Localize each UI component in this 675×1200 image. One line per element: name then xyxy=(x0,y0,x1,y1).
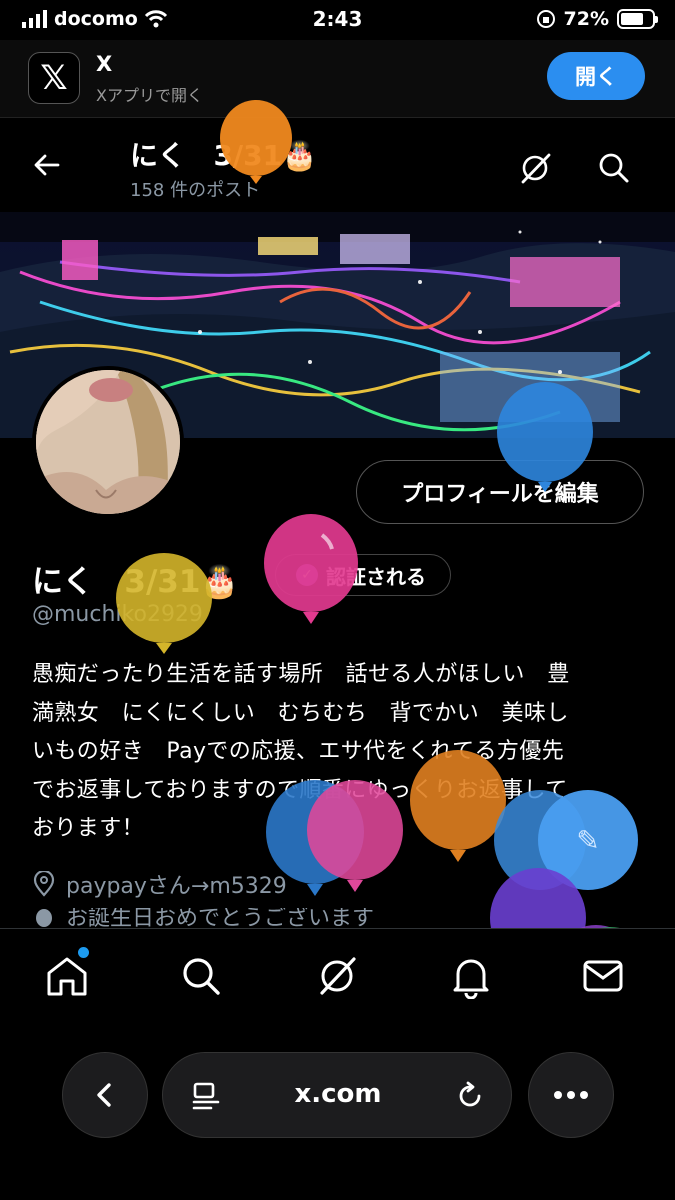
birthday-text: お誕生日おめでとうございます xyxy=(66,908,375,928)
bio-line: でお返事しておりますので順番にゆっくりお返事して xyxy=(32,777,568,803)
verified-check-icon: ✓ xyxy=(296,564,318,586)
more-options-button[interactable] xyxy=(528,1052,614,1138)
bio-line: いもの好き Payでの応援、エサ代をくれてる方優先 xyxy=(32,739,565,764)
banner-title: X xyxy=(96,52,113,76)
status-bar: docomo 2:43 72% xyxy=(0,0,675,40)
bottom-tab-bar xyxy=(0,928,675,1020)
browser-toolbar: x.com xyxy=(0,1020,675,1200)
back-arrow-icon[interactable] xyxy=(32,150,62,180)
header-name: にく 3/31🎂 xyxy=(130,139,317,172)
verify-label: 認証される xyxy=(326,564,426,589)
battery-percent: 72% xyxy=(563,8,609,30)
location: paypayさん→m5329 xyxy=(32,868,287,900)
location-text: paypayさん→m5329 xyxy=(66,874,287,899)
birthday: お誕生日おめでとうございます xyxy=(32,908,374,928)
location-pin-icon xyxy=(33,871,55,897)
battery-icon xyxy=(617,9,658,29)
grok-icon[interactable] xyxy=(314,953,360,999)
search-icon[interactable] xyxy=(596,150,632,186)
x-logo-icon: 𝕏 xyxy=(28,52,80,104)
bio-line: 愚痴だったり生活を話す場所 話せる人がほしい 豊 xyxy=(32,662,570,687)
banner-subtitle: Xアプリで開く xyxy=(96,86,203,105)
rotation-lock-icon xyxy=(536,10,555,28)
messages-icon[interactable] xyxy=(580,953,626,999)
post-count: 158 件のポスト xyxy=(130,180,261,201)
address-bar[interactable]: x.com xyxy=(162,1052,512,1138)
bio-line: おります！ xyxy=(32,816,145,841)
profile-top-bar: にく 3/31🎂 158 件のポスト xyxy=(0,120,675,212)
search-icon[interactable] xyxy=(178,953,224,999)
balloon-icon xyxy=(36,909,52,927)
get-verified-button[interactable]: ✓ 認証される xyxy=(275,554,451,596)
battery-status: 72% xyxy=(536,8,658,30)
notification-dot xyxy=(78,947,89,958)
chevron-left-icon xyxy=(97,1083,111,1107)
open-in-app-banner: 𝕏 X Xアプリで開く 開く xyxy=(0,40,675,118)
home-icon[interactable] xyxy=(44,953,90,999)
reload-icon[interactable] xyxy=(455,1081,485,1111)
bio-line: 満熟女 にくにくしい むちむち 背でかい 美味し xyxy=(32,700,569,726)
grok-icon[interactable] xyxy=(517,150,553,186)
user-handle: @muchiko2929 xyxy=(32,602,203,627)
bio: 愚痴だったり生活を話す場所 話せる人がほしい 豊 満熟女 にくにくしい むちむち… xyxy=(32,656,644,849)
ellipsis-icon xyxy=(554,1091,588,1099)
avatar[interactable] xyxy=(32,366,184,518)
bell-icon[interactable] xyxy=(448,953,494,999)
browser-back-button[interactable] xyxy=(62,1052,148,1138)
display-name: にく 3/31🎂 xyxy=(32,564,240,600)
open-app-button[interactable]: 開く xyxy=(547,52,645,100)
edit-profile-button[interactable]: プロフィールを編集 xyxy=(356,460,644,524)
